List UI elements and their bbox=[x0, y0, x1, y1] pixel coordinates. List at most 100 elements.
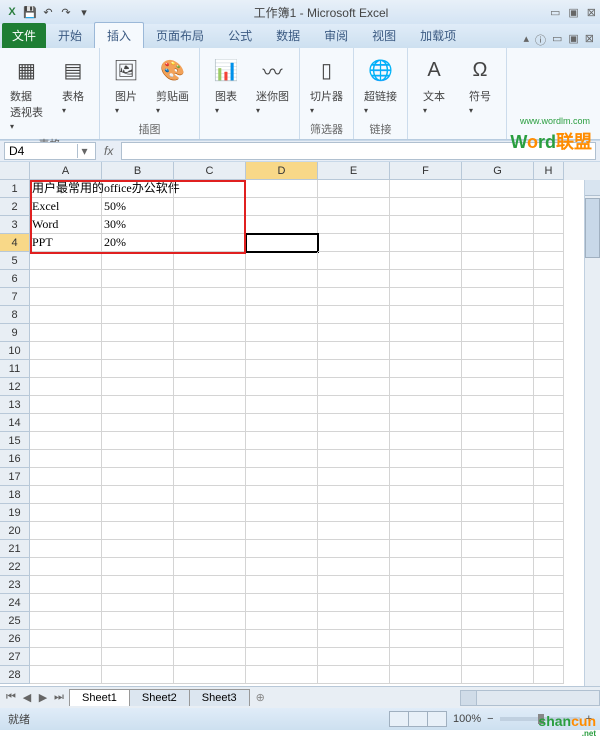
cell-H21[interactable] bbox=[534, 540, 564, 558]
col-header-D[interactable]: D bbox=[246, 162, 318, 180]
cell-G10[interactable] bbox=[462, 342, 534, 360]
cell-C7[interactable] bbox=[174, 288, 246, 306]
qat-dropdown-icon[interactable]: ▾ bbox=[76, 4, 92, 20]
cell-B11[interactable] bbox=[102, 360, 174, 378]
row-header-1[interactable]: 1 bbox=[0, 180, 30, 198]
hscroll-left-icon[interactable] bbox=[461, 691, 477, 705]
cell-E25[interactable] bbox=[318, 612, 390, 630]
row-header-14[interactable]: 14 bbox=[0, 414, 30, 432]
row-header-9[interactable]: 9 bbox=[0, 324, 30, 342]
cell-B18[interactable] bbox=[102, 486, 174, 504]
cell-B7[interactable] bbox=[102, 288, 174, 306]
row-header-19[interactable]: 19 bbox=[0, 504, 30, 522]
row-header-23[interactable]: 23 bbox=[0, 576, 30, 594]
cell-F23[interactable] bbox=[390, 576, 462, 594]
cell-B2[interactable]: 50% bbox=[102, 198, 174, 216]
cell-A17[interactable] bbox=[30, 468, 102, 486]
col-header-B[interactable]: B bbox=[102, 162, 174, 180]
cell-C11[interactable] bbox=[174, 360, 246, 378]
cell-F16[interactable] bbox=[390, 450, 462, 468]
cell-A22[interactable] bbox=[30, 558, 102, 576]
cell-F19[interactable] bbox=[390, 504, 462, 522]
cell-A25[interactable] bbox=[30, 612, 102, 630]
cell-F4[interactable] bbox=[390, 234, 462, 252]
cell-C27[interactable] bbox=[174, 648, 246, 666]
cell-G23[interactable] bbox=[462, 576, 534, 594]
tab-插入[interactable]: 插入 bbox=[94, 22, 144, 48]
cell-E15[interactable] bbox=[318, 432, 390, 450]
tab-数据[interactable]: 数据 bbox=[264, 23, 312, 48]
cells-area[interactable]: 用户最常用的office办公软件Excel50%Word30%PPT20% bbox=[30, 180, 600, 684]
cell-C10[interactable] bbox=[174, 342, 246, 360]
new-sheet-icon[interactable]: ⊕ bbox=[250, 691, 271, 704]
view-normal-icon[interactable] bbox=[389, 711, 409, 727]
sheet-prev-icon[interactable]: ◀ bbox=[20, 691, 34, 704]
cell-D24[interactable] bbox=[246, 594, 318, 612]
cell-F27[interactable] bbox=[390, 648, 462, 666]
cell-B1[interactable] bbox=[102, 180, 174, 198]
select-all-corner[interactable] bbox=[0, 162, 30, 180]
cell-H5[interactable] bbox=[534, 252, 564, 270]
cell-H27[interactable] bbox=[534, 648, 564, 666]
cell-C24[interactable] bbox=[174, 594, 246, 612]
cell-A3[interactable]: Word bbox=[30, 216, 102, 234]
cell-A6[interactable] bbox=[30, 270, 102, 288]
row-header-10[interactable]: 10 bbox=[0, 342, 30, 360]
cell-D19[interactable] bbox=[246, 504, 318, 522]
cell-F9[interactable] bbox=[390, 324, 462, 342]
cell-A12[interactable] bbox=[30, 378, 102, 396]
row-header-8[interactable]: 8 bbox=[0, 306, 30, 324]
col-header-E[interactable]: E bbox=[318, 162, 390, 180]
col-header-A[interactable]: A bbox=[30, 162, 102, 180]
cell-F6[interactable] bbox=[390, 270, 462, 288]
cell-G20[interactable] bbox=[462, 522, 534, 540]
cell-H4[interactable] bbox=[534, 234, 564, 252]
sheet-tab-Sheet1[interactable]: Sheet1 bbox=[69, 689, 130, 706]
cell-D15[interactable] bbox=[246, 432, 318, 450]
cell-G27[interactable] bbox=[462, 648, 534, 666]
tab-开始[interactable]: 开始 bbox=[46, 23, 94, 48]
cell-H28[interactable] bbox=[534, 666, 564, 684]
cell-E23[interactable] bbox=[318, 576, 390, 594]
cell-F3[interactable] bbox=[390, 216, 462, 234]
cell-A4[interactable]: PPT bbox=[30, 234, 102, 252]
cell-H1[interactable] bbox=[534, 180, 564, 198]
row-header-21[interactable]: 21 bbox=[0, 540, 30, 558]
win-close-icon[interactable]: ⊠ bbox=[585, 32, 594, 48]
cell-H8[interactable] bbox=[534, 306, 564, 324]
cell-G19[interactable] bbox=[462, 504, 534, 522]
cell-H25[interactable] bbox=[534, 612, 564, 630]
row-header-12[interactable]: 12 bbox=[0, 378, 30, 396]
cell-E12[interactable] bbox=[318, 378, 390, 396]
cell-F26[interactable] bbox=[390, 630, 462, 648]
cell-E3[interactable] bbox=[318, 216, 390, 234]
cell-F10[interactable] bbox=[390, 342, 462, 360]
cell-A16[interactable] bbox=[30, 450, 102, 468]
cell-H14[interactable] bbox=[534, 414, 564, 432]
cell-E19[interactable] bbox=[318, 504, 390, 522]
cell-F25[interactable] bbox=[390, 612, 462, 630]
tab-视图[interactable]: 视图 bbox=[360, 23, 408, 48]
cell-B24[interactable] bbox=[102, 594, 174, 612]
cell-E14[interactable] bbox=[318, 414, 390, 432]
cell-H15[interactable] bbox=[534, 432, 564, 450]
cell-D10[interactable] bbox=[246, 342, 318, 360]
cell-G6[interactable] bbox=[462, 270, 534, 288]
row-header-17[interactable]: 17 bbox=[0, 468, 30, 486]
row-header-2[interactable]: 2 bbox=[0, 198, 30, 216]
cell-D13[interactable] bbox=[246, 396, 318, 414]
cell-G9[interactable] bbox=[462, 324, 534, 342]
ribbon-table-button[interactable]: ▤表格▾ bbox=[53, 52, 93, 118]
cell-F17[interactable] bbox=[390, 468, 462, 486]
cell-H24[interactable] bbox=[534, 594, 564, 612]
cell-C6[interactable] bbox=[174, 270, 246, 288]
cell-B10[interactable] bbox=[102, 342, 174, 360]
undo-icon[interactable]: ↶ bbox=[40, 4, 56, 20]
cell-D14[interactable] bbox=[246, 414, 318, 432]
cell-D22[interactable] bbox=[246, 558, 318, 576]
cell-C15[interactable] bbox=[174, 432, 246, 450]
col-header-C[interactable]: C bbox=[174, 162, 246, 180]
row-header-7[interactable]: 7 bbox=[0, 288, 30, 306]
cell-E16[interactable] bbox=[318, 450, 390, 468]
cell-C14[interactable] bbox=[174, 414, 246, 432]
